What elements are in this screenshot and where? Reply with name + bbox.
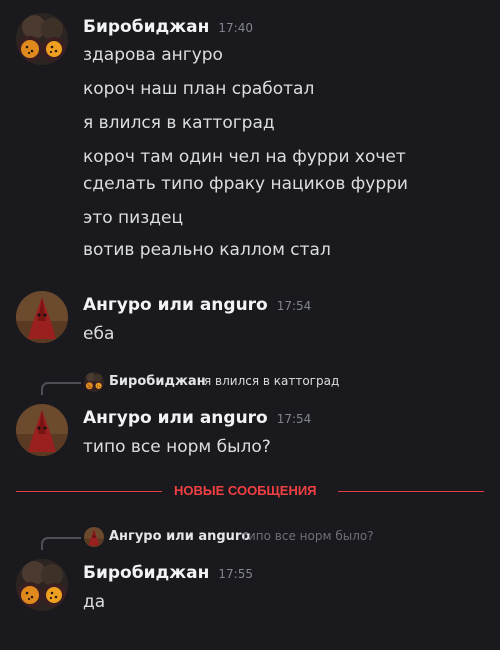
passionfruit-avatar-icon <box>84 372 104 392</box>
user-avatar[interactable] <box>16 291 68 343</box>
divider-line-left <box>16 491 162 492</box>
reply-author[interactable]: Биробиджан <box>109 374 206 389</box>
timestamp: 17:54 <box>276 412 312 426</box>
reply-connector <box>41 382 81 395</box>
reply-avatar <box>84 527 104 547</box>
author-name[interactable]: Биробиджан <box>83 17 209 37</box>
message-line: вотив реально каллом стал <box>83 240 331 260</box>
new-messages-divider: НОВЫЕ СООБЩЕНИЯ <box>0 483 500 498</box>
timestamp: 17:55 <box>218 567 253 581</box>
divider-line-right <box>338 491 484 492</box>
red-hood-figure-avatar-icon <box>16 291 68 343</box>
red-hood-figure-avatar-icon <box>84 527 104 547</box>
timestamp: 17:40 <box>218 21 253 35</box>
reply-text[interactable]: типо все норм было? <box>241 529 374 543</box>
reply-author[interactable]: Ангуро или anguro <box>109 529 250 544</box>
reply-reference[interactable]: Биробиджан я влился в каттоград <box>0 372 500 395</box>
message-line: это пиздец <box>83 208 184 228</box>
message-line: еба <box>83 324 115 344</box>
author-name[interactable]: Ангуро или anguro <box>83 408 268 428</box>
author-name[interactable]: Биробиджан <box>83 563 209 583</box>
message-line: сделать типо фраку нациков фурри <box>83 174 408 194</box>
author-name[interactable]: Ангуро или anguro <box>83 295 268 315</box>
message-line: короч наш план сработал <box>83 79 315 99</box>
user-avatar[interactable] <box>16 404 68 456</box>
message-line: короч там один чел на фурри хочет <box>83 147 406 167</box>
reply-reference[interactable]: Ангуро или anguro типо все норм было? <box>0 527 500 550</box>
passionfruit-avatar-icon <box>16 13 68 65</box>
passionfruit-avatar-icon <box>16 559 68 611</box>
message-line: да <box>83 592 106 612</box>
reply-avatar <box>84 372 104 392</box>
red-hood-figure-avatar-icon <box>16 404 68 456</box>
new-messages-label: НОВЫЕ СООБЩЕНИЯ <box>174 483 317 498</box>
reply-text[interactable]: я влился в каттоград <box>204 374 339 388</box>
user-avatar[interactable] <box>16 559 68 611</box>
message-line: типо все норм было? <box>83 437 271 457</box>
message-line: я влился в каттоград <box>83 113 275 133</box>
user-avatar[interactable] <box>16 13 68 65</box>
reply-connector <box>41 537 81 550</box>
message-line: здарова ангуро <box>83 45 223 65</box>
timestamp: 17:54 <box>276 299 312 313</box>
